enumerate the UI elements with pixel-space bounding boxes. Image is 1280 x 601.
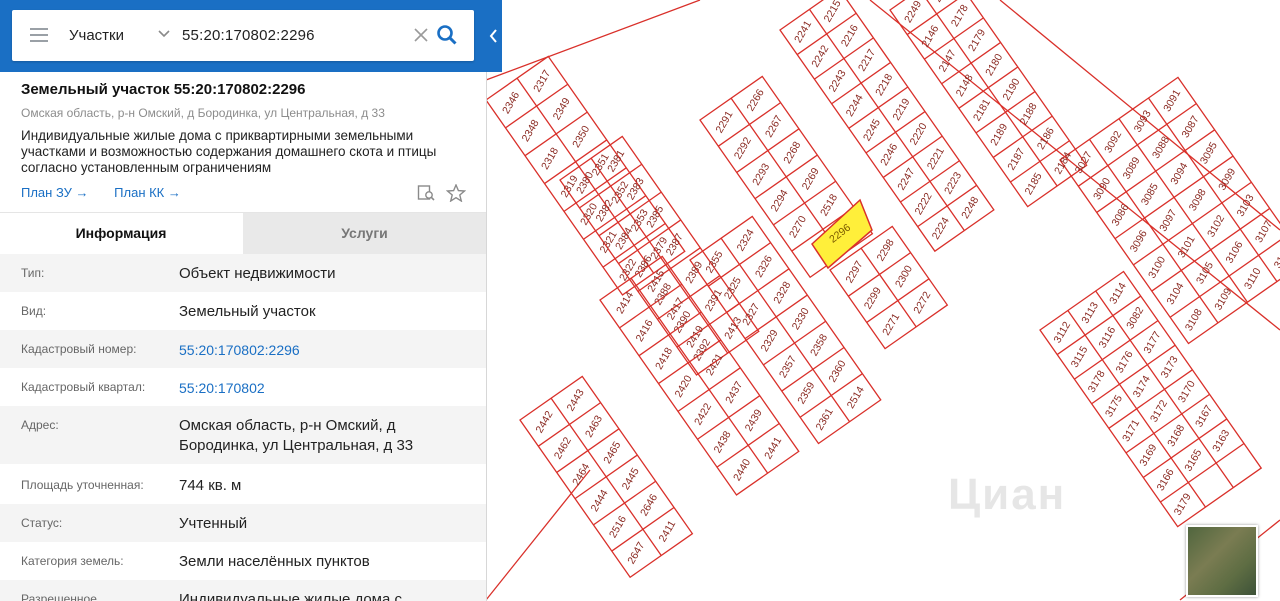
tab-info[interactable]: Информация	[0, 213, 242, 254]
info-label: Разрешенное	[21, 592, 97, 601]
info-label: Вид:	[21, 304, 47, 318]
info-label: Кадастровый квартал:	[21, 380, 146, 394]
tab-bar: Информация Услуги	[0, 212, 486, 254]
search-input[interactable]: 55:20:170802:2296	[182, 10, 315, 61]
search-icon[interactable]	[436, 24, 458, 46]
object-title: Земельный участок 55:20:170802:2296	[21, 81, 306, 98]
info-label: Кадастровый номер:	[21, 342, 137, 356]
info-label: Тип:	[21, 266, 45, 280]
cadastral-number-link[interactable]: 55:20:170802:2296	[179, 340, 459, 360]
info-row: Кадастровый номер: 55:20:170802:2296	[0, 330, 486, 368]
info-row: Тип: Объект недвижимости	[0, 254, 486, 292]
collapse-panel-button[interactable]	[486, 24, 502, 48]
info-row: Категория земель: Земли населённых пункт…	[0, 542, 486, 580]
object-type-select[interactable]: Участки	[69, 10, 124, 61]
info-value: Индивидуальные жилые дома с	[179, 591, 402, 601]
plan-links: План ЗУ → План КК →	[21, 185, 203, 200]
info-label: Статус:	[21, 516, 63, 530]
satellite-layer-toggle[interactable]	[1186, 525, 1258, 597]
info-label: Адрес:	[21, 418, 59, 432]
info-row: Вид: Земельный участок	[0, 292, 486, 330]
chevron-down-icon[interactable]	[157, 26, 171, 40]
info-value: Учтенный	[179, 515, 248, 532]
plan-zu-link[interactable]: План ЗУ →	[21, 185, 89, 200]
info-row: Кадастровый квартал: 55:20:170802	[0, 368, 486, 406]
info-row: Разрешенное Индивидуальные жилые дома с	[0, 580, 486, 601]
info-row: Статус: Учтенный	[0, 504, 486, 542]
plan-kk-link[interactable]: План КК →	[114, 185, 181, 200]
info-value: Земельный участок	[179, 303, 316, 320]
watermark: Циан	[948, 470, 1067, 519]
close-icon[interactable]	[412, 26, 430, 44]
info-label: Категория земель:	[21, 554, 124, 568]
info-label: Площадь уточненная:	[21, 478, 144, 492]
search-bar: Участки 55:20:170802:2296	[0, 0, 502, 72]
cadastral-quarter-link[interactable]: 55:20:170802	[179, 378, 459, 398]
info-panel: Земельный участок 55:20:170802:2296 Омск…	[0, 0, 487, 601]
tab-services[interactable]: Услуги	[243, 213, 486, 254]
object-description: Индивидуальные жилые дома с приквартирны…	[21, 128, 437, 175]
info-value: Омская область, р-н Омский, д Бородинка,…	[179, 417, 414, 454]
menu-icon[interactable]	[30, 28, 48, 42]
info-row: Площадь уточненная: 744 кв. м	[0, 464, 486, 504]
search-document-icon[interactable]	[417, 184, 437, 202]
search-box: Участки 55:20:170802:2296	[12, 10, 474, 61]
star-icon[interactable]	[445, 183, 467, 203]
info-row: Адрес: Омская область, р-н Омский, д Бор…	[0, 406, 486, 464]
info-value: 744 кв. м	[179, 477, 242, 494]
info-value: Объект недвижимости	[179, 265, 336, 282]
object-address: Омская область, р-н Омский, д Бородинка,…	[21, 106, 385, 120]
info-value: Земли населённых пунктов	[179, 553, 370, 570]
